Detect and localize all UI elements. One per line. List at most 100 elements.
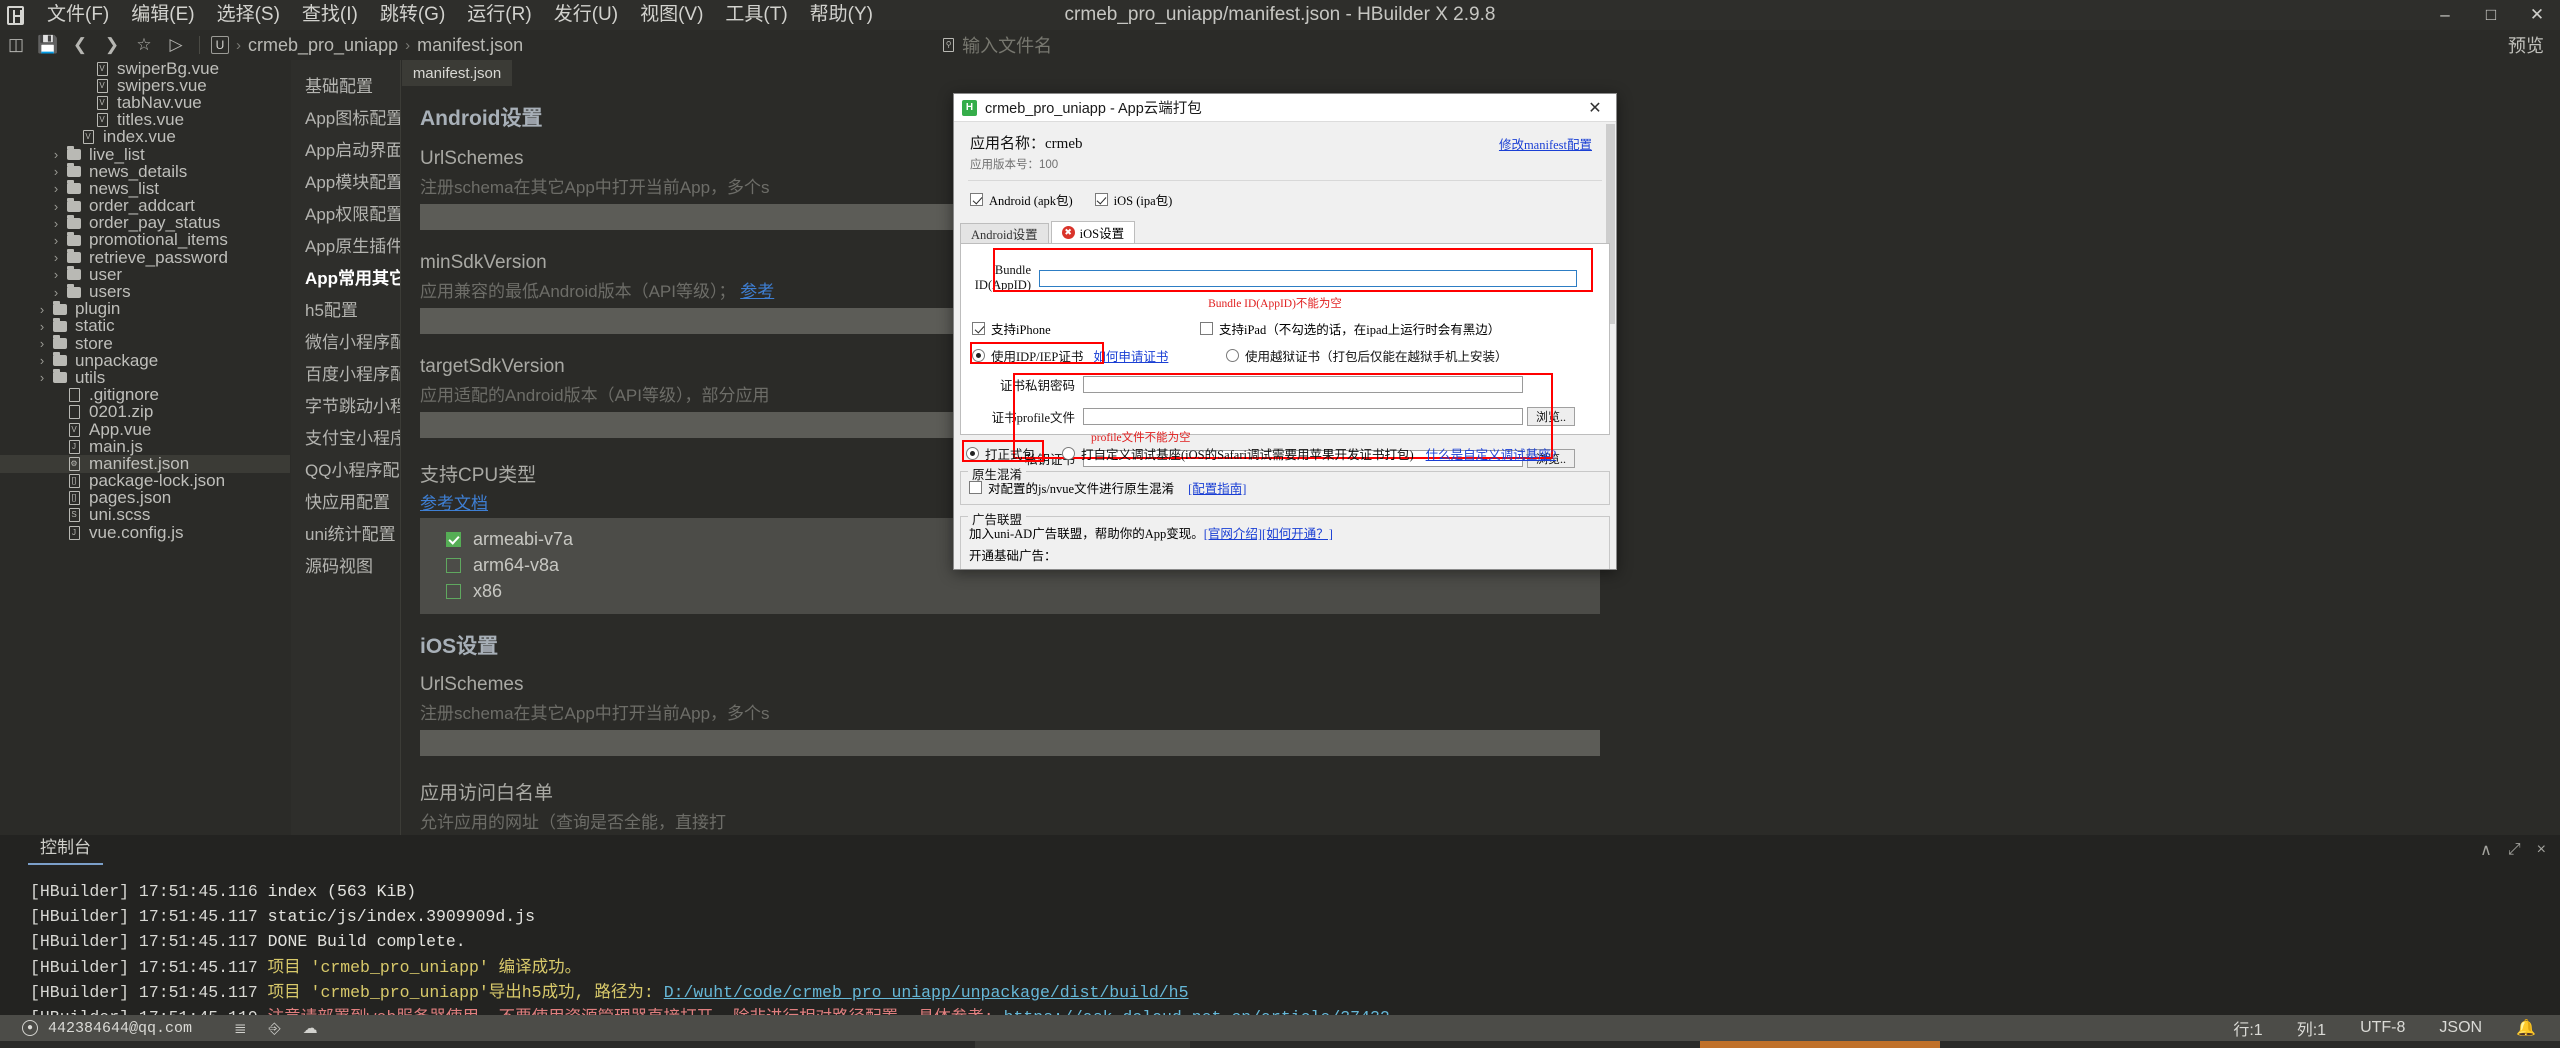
toggle-sidebar-icon[interactable]: ◫ bbox=[0, 31, 32, 59]
tree-file[interactable]: V App.vue bbox=[0, 420, 290, 439]
chevron-right-icon[interactable]: › bbox=[48, 267, 64, 282]
ad-push-checkbox[interactable]: push广告 bbox=[1279, 568, 1346, 569]
manifest-nav-item[interactable]: 源码视图 bbox=[291, 548, 400, 580]
tree-file[interactable]: Jmain.js bbox=[0, 437, 290, 456]
tree-folder[interactable]: › users bbox=[0, 282, 290, 301]
tree-file[interactable]: 0201.zip bbox=[0, 402, 290, 421]
menu-item-tools[interactable]: 工具(T) bbox=[714, 0, 798, 30]
preview-button[interactable]: 预览 bbox=[2498, 32, 2554, 58]
account-email[interactable]: 442384644@qq.com bbox=[48, 1020, 192, 1037]
tree-file[interactable]: VswiperBg.vue bbox=[0, 60, 290, 78]
radio-icon[interactable] bbox=[972, 349, 985, 362]
search-input-placeholder[interactable]: 输入文件名 bbox=[962, 32, 1052, 58]
checkbox-icon[interactable] bbox=[446, 557, 461, 573]
tree-file[interactable]: Suni.scss bbox=[0, 505, 290, 524]
expand-icon[interactable]: ⤢ bbox=[2508, 841, 2521, 859]
chevron-right-icon[interactable]: › bbox=[34, 353, 50, 368]
console-tools[interactable]: ∧ ⤢ × bbox=[2480, 840, 2546, 860]
manifest-nav-item[interactable]: 百度小程序配置 bbox=[291, 356, 400, 388]
tree-file[interactable]: Vswipers.vue bbox=[0, 76, 290, 95]
menu-item-view[interactable]: 视图(V) bbox=[629, 0, 714, 30]
status-account[interactable]: ● 442384644@qq.com bbox=[0, 1020, 192, 1037]
tree-folder[interactable]: › promotional_items bbox=[0, 230, 290, 249]
menu-bar[interactable]: 文件(F) 编辑(E) 选择(S) 查找(I) 跳转(G) 运行(R) 发行(U… bbox=[36, 0, 884, 30]
chevron-right-icon[interactable]: › bbox=[48, 199, 64, 214]
menu-item-goto[interactable]: 跳转(G) bbox=[369, 0, 456, 30]
manifest-nav-item[interactable]: App原生插件配置 bbox=[291, 228, 400, 260]
tree-folder[interactable]: › news_list bbox=[0, 179, 290, 198]
manifest-nav-item[interactable]: h5配置 bbox=[291, 292, 400, 324]
tree-file[interactable]: [] package-lock.json bbox=[0, 471, 290, 490]
manifest-nav-item[interactable]: App常用其它设置 bbox=[291, 260, 400, 292]
ad-official-site-link[interactable]: [官网介绍] bbox=[1204, 527, 1262, 541]
tab-android-settings[interactable]: Android设置 bbox=[960, 223, 1049, 243]
ad-splash-checkbox[interactable]: 基础开屏广告 bbox=[969, 568, 1121, 569]
tree-folder[interactable]: › order_pay_status bbox=[0, 213, 290, 232]
file-search[interactable]: ⚲ 输入文件名 bbox=[943, 32, 1052, 58]
manifest-nav-item[interactable]: App图标配置 bbox=[291, 100, 400, 132]
task-list-icon[interactable]: ≣ bbox=[234, 1019, 247, 1037]
run-icon[interactable]: ▷ bbox=[160, 31, 192, 59]
manifest-nav-item[interactable]: 字节跳动小程序配置 bbox=[291, 388, 400, 420]
menu-item-edit[interactable]: 编辑(E) bbox=[120, 0, 205, 30]
chevron-right-icon[interactable]: › bbox=[48, 164, 64, 179]
manifest-nav-item[interactable]: 快应用配置 bbox=[291, 484, 400, 516]
chevron-right-icon[interactable]: › bbox=[34, 336, 50, 351]
tab-ios-settings[interactable]: ✖ iOS设置 bbox=[1050, 221, 1136, 243]
support-ipad-checkbox[interactable]: 支持iPad（不勾选的话，在ipad上运行时会有黑边） bbox=[1200, 319, 1500, 338]
favorite-star-icon[interactable]: ☆ bbox=[128, 31, 160, 59]
modify-manifest-link[interactable]: 修改manifest配置 bbox=[1499, 134, 1592, 153]
menu-item-help[interactable]: 帮助(Y) bbox=[799, 0, 884, 30]
editor-tab-manifest[interactable]: manifest.json bbox=[402, 60, 512, 86]
cloud-icon[interactable]: ☁ bbox=[303, 1019, 318, 1037]
tree-file[interactable]: ⚙ manifest.json bbox=[0, 454, 290, 473]
tree-folder[interactable]: › static bbox=[0, 316, 290, 335]
checkbox-icon[interactable] bbox=[969, 481, 982, 494]
manifest-nav-item[interactable]: QQ小程序配置 bbox=[291, 452, 400, 484]
cursor-row[interactable]: 行:1 bbox=[2233, 1016, 2262, 1040]
support-iphone-checkbox[interactable]: 支持iPhone bbox=[972, 319, 1200, 338]
ad-how-to-open-link[interactable]: [如何开通？] bbox=[1262, 527, 1333, 541]
tree-file[interactable]: Vtitles.vue bbox=[0, 110, 290, 129]
chevron-right-icon[interactable]: › bbox=[48, 233, 64, 248]
save-icon[interactable]: 💾 bbox=[32, 31, 64, 59]
terminal-icon[interactable]: ⎆ bbox=[269, 1020, 281, 1037]
manifest-nav-item[interactable]: 微信小程序配置 bbox=[291, 324, 400, 356]
project-tree-list[interactable]: VswiperBg.vue Vswipers.vue VtabNav.vue Vtit… bbox=[0, 60, 290, 542]
chevron-right-icon[interactable]: › bbox=[34, 319, 50, 334]
close-button[interactable]: ✕ bbox=[2514, 0, 2560, 30]
manifest-nav-item[interactable]: 支付宝小程序配置 bbox=[291, 420, 400, 452]
platform-ios-checkbox[interactable]: iOS (ipa包) bbox=[1094, 190, 1172, 209]
close-console-icon[interactable]: × bbox=[2537, 841, 2546, 859]
checkbox-icon[interactable] bbox=[446, 583, 461, 599]
tree-folder[interactable]: › order_addcart bbox=[0, 196, 290, 215]
apply-cert-link[interactable]: 如何申请证书 bbox=[1093, 346, 1168, 365]
breadcrumb-project[interactable]: crmeb_pro_uniapp bbox=[248, 35, 398, 56]
maximize-button[interactable]: □ bbox=[2468, 0, 2514, 30]
chevron-right-icon[interactable]: › bbox=[48, 147, 64, 162]
cert-idp-radio[interactable]: 使用IDP/IEP证书 如何申请证书 bbox=[972, 346, 1200, 365]
tree-folder[interactable]: › news_details bbox=[0, 162, 290, 181]
tree-file[interactable]: VtabNav.vue bbox=[0, 93, 290, 112]
manifest-nav-item[interactable]: App模块配置 bbox=[291, 164, 400, 196]
platform-settings-tabs[interactable]: Android设置 ✖ iOS设置 bbox=[960, 221, 1616, 243]
obfuscation-checkbox[interactable]: 对配置的js/nvue文件进行原生混淆 [配置指南] bbox=[969, 478, 1601, 497]
checkbox-icon[interactable] bbox=[970, 193, 983, 206]
collapse-icon[interactable]: ∧ bbox=[2480, 840, 2492, 860]
cert-profile-input[interactable] bbox=[1083, 408, 1523, 425]
cert-profile-browse-button[interactable]: 浏览.. bbox=[1527, 407, 1576, 426]
menu-item-publish[interactable]: 发行(U) bbox=[543, 0, 629, 30]
cloud-package-dialog[interactable]: H crmeb_pro_uniapp - App云端打包 ✕ 应用名称：crme… bbox=[953, 93, 1617, 570]
menu-item-find[interactable]: 查找(I) bbox=[291, 0, 369, 30]
menu-item-run[interactable]: 运行(R) bbox=[456, 0, 542, 30]
tree-file[interactable]: [] pages.json bbox=[0, 488, 290, 507]
encoding-label[interactable]: UTF-8 bbox=[2360, 1019, 2405, 1037]
manifest-nav-item[interactable]: uni统计配置 bbox=[291, 516, 400, 548]
tree-folder[interactable]: › utils bbox=[0, 368, 290, 387]
what-is-custom-debug-base-link[interactable]: 什么是自定义调试基座? bbox=[1426, 444, 1557, 463]
platform-android-checkbox[interactable]: Android (apk包) bbox=[970, 190, 1073, 209]
tree-file[interactable]: Jvue.config.js bbox=[0, 523, 290, 542]
manifest-nav-item[interactable]: App启动界面配置 bbox=[291, 132, 400, 164]
bundle-id-input[interactable] bbox=[1039, 269, 1577, 287]
cert-password-input[interactable] bbox=[1083, 376, 1523, 393]
